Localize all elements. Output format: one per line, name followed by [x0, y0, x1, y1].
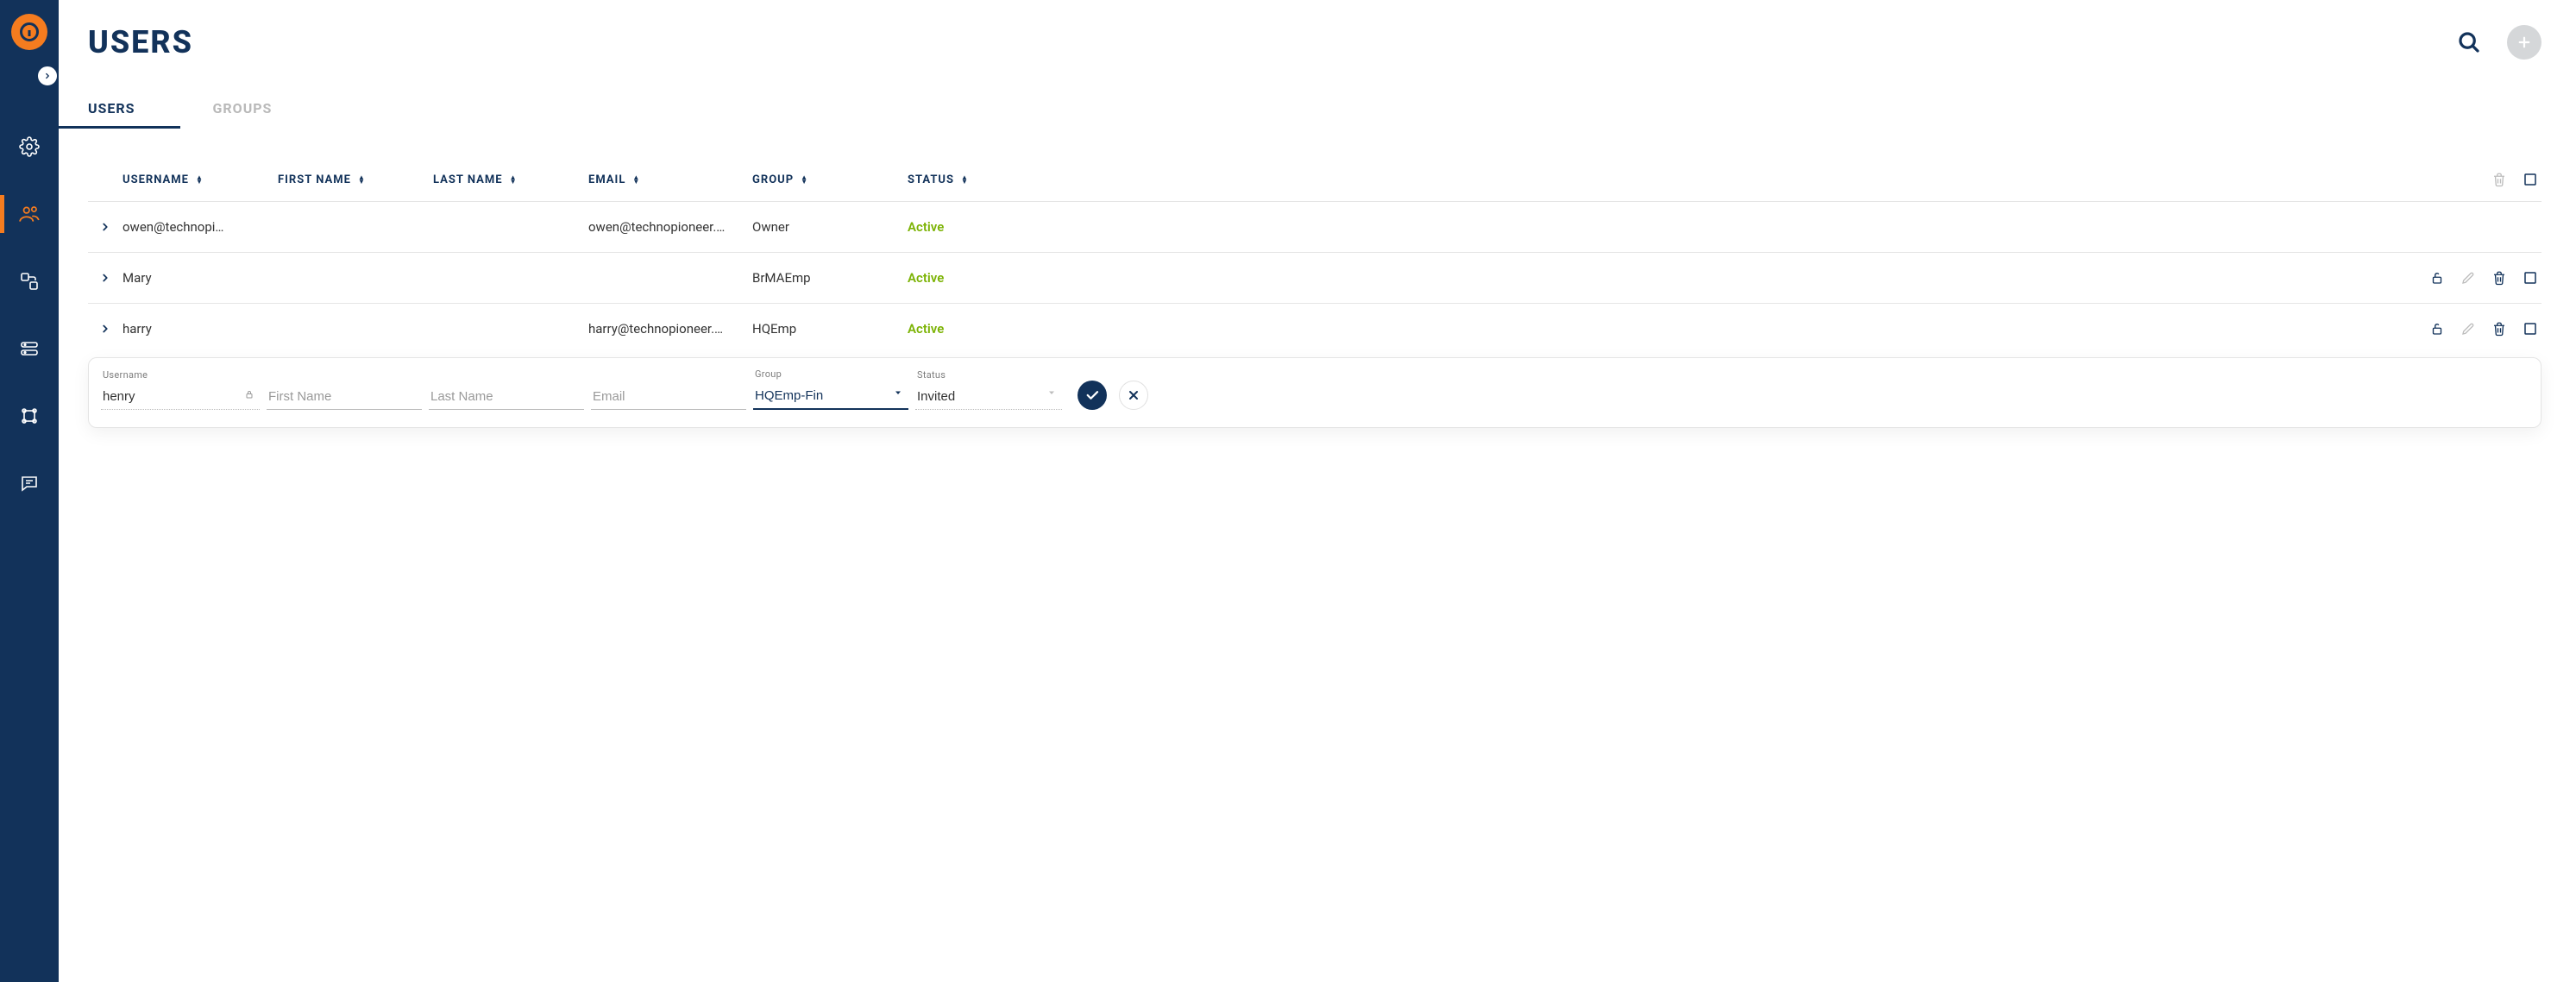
row-select-checkbox[interactable]	[2523, 270, 2538, 286]
sidebar	[0, 0, 59, 982]
cell-group: HQEmp	[752, 321, 908, 337]
table-row: harry harry@technopioneer.… HQEmp Active	[88, 303, 2541, 354]
new-status-label: Status	[915, 369, 1062, 381]
cell-email: owen@technopioneer.…	[588, 219, 752, 235]
col-group[interactable]: GROUP▲▼	[752, 173, 908, 186]
sidebar-item-hosts[interactable]	[0, 330, 59, 368]
dropdown-icon	[893, 385, 903, 401]
col-firstname[interactable]: FIRST NAME▲▼	[278, 173, 433, 186]
chevron-right-icon	[43, 72, 52, 80]
table-row: Mary BrMAEmp Active	[88, 252, 2541, 303]
users-table: USERNAME▲▼ FIRST NAME▲▼ LAST NAME▲▼ EMAI…	[88, 165, 2541, 428]
cell-status: Active	[908, 219, 1080, 235]
row-delete-button[interactable]	[2491, 321, 2507, 337]
app-logo	[11, 14, 47, 50]
search-icon	[2456, 29, 2482, 55]
new-firstname-input[interactable]	[267, 384, 422, 410]
sidebar-item-settings[interactable]	[0, 128, 59, 166]
main-content: USERS USERS GROUPS USERNAME▲▼ FIRST NAME…	[59, 0, 2576, 982]
network-icon	[19, 271, 40, 292]
cancel-add-button[interactable]	[1119, 381, 1148, 410]
cell-group: Owner	[752, 219, 908, 235]
tab-users[interactable]: USERS	[88, 100, 135, 129]
col-lastname[interactable]: LAST NAME▲▼	[433, 173, 588, 186]
sidebar-item-network[interactable]	[0, 262, 59, 300]
hosts-icon	[19, 338, 40, 359]
select-all-checkbox[interactable]	[2523, 172, 2538, 187]
cell-status: Active	[908, 321, 1080, 337]
trash-icon	[2491, 172, 2507, 187]
new-email-input[interactable]	[591, 384, 746, 410]
lock-icon	[244, 387, 254, 403]
sort-icon: ▲▼	[358, 175, 366, 184]
sidebar-expand-button[interactable]	[37, 66, 58, 86]
row-edit-button[interactable]	[2460, 321, 2476, 337]
add-user-row: Username Group	[88, 357, 2541, 428]
sort-icon: ▲▼	[961, 175, 969, 184]
check-icon	[1084, 387, 1100, 403]
close-icon	[1127, 388, 1140, 402]
cell-group: BrMAEmp	[752, 270, 908, 286]
sort-icon: ▲▼	[801, 175, 808, 184]
row-select-checkbox[interactable]	[2523, 321, 2538, 337]
new-username-label: Username	[101, 369, 260, 381]
sort-icon: ▲▼	[632, 175, 640, 184]
row-delete-button[interactable]	[2491, 270, 2507, 286]
new-group-label: Group	[753, 368, 908, 380]
col-status[interactable]: STATUS▲▼	[908, 173, 1080, 186]
checkbox-icon	[2523, 172, 2538, 187]
row-expand-button[interactable]	[99, 323, 111, 335]
chat-icon	[19, 473, 40, 494]
bulk-delete-button[interactable]	[2491, 172, 2507, 187]
cell-status: Active	[908, 270, 1080, 286]
plus-icon	[2516, 35, 2532, 50]
tabs: USERS GROUPS	[88, 100, 2541, 129]
gear-icon	[19, 136, 40, 157]
row-unlock-button[interactable]	[2429, 270, 2445, 286]
sort-icon: ▲▼	[196, 175, 204, 184]
page-title: USERS	[88, 24, 193, 60]
cell-username: Mary	[123, 270, 278, 286]
topology-icon	[19, 406, 40, 426]
row-unlock-button[interactable]	[2429, 321, 2445, 337]
cell-username: owen@technopi…	[123, 219, 278, 235]
new-lastname-input[interactable]	[429, 384, 584, 410]
col-email[interactable]: EMAIL▲▼	[588, 173, 752, 186]
confirm-add-button[interactable]	[1078, 381, 1107, 410]
table-row: owen@technopi… owen@technopioneer.… Owne…	[88, 201, 2541, 252]
row-edit-button[interactable]	[2460, 270, 2476, 286]
add-button[interactable]	[2507, 25, 2541, 60]
new-group-select[interactable]	[753, 383, 908, 410]
col-username[interactable]: USERNAME▲▼	[123, 173, 278, 186]
dropdown-icon	[1046, 385, 1057, 401]
tab-groups[interactable]: GROUPS	[213, 100, 273, 129]
cell-username: harry	[123, 321, 278, 337]
row-expand-button[interactable]	[99, 221, 111, 233]
search-button[interactable]	[2452, 25, 2486, 60]
users-icon	[18, 203, 41, 225]
new-status-select[interactable]	[915, 384, 1062, 410]
sidebar-item-users[interactable]	[0, 195, 59, 233]
sidebar-item-logs[interactable]	[0, 464, 59, 502]
new-username-input[interactable]	[101, 384, 260, 410]
sort-icon: ▲▼	[510, 175, 518, 184]
row-expand-button[interactable]	[99, 272, 111, 284]
sidebar-item-topology[interactable]	[0, 397, 59, 435]
cell-email: harry@technopioneer.…	[588, 321, 752, 337]
